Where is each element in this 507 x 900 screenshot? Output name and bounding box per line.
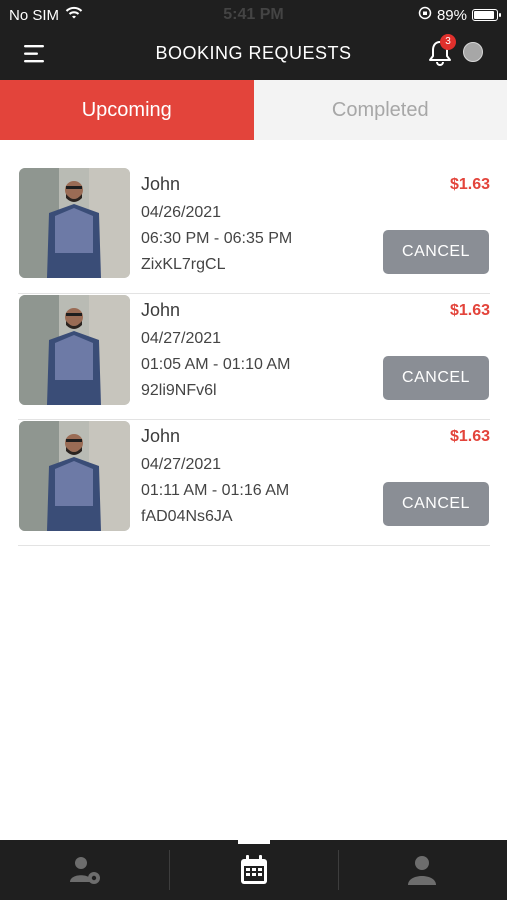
client-name: John xyxy=(141,174,181,194)
booking-date: 04/26/2021 xyxy=(141,204,222,221)
status-bar: No SIM 5:41 PM 89% xyxy=(0,0,507,30)
nav-bar: BOOKING REQUESTS xyxy=(0,30,507,78)
client-name: John xyxy=(141,426,181,446)
booking-price: $1.63 xyxy=(449,302,490,319)
client-name: John xyxy=(141,300,181,320)
booking-time: 06:30 PM - 06:35 PM xyxy=(141,230,293,247)
booking-row: John 04/27/2021 01:11 AM - 01:16 AM fAD0… xyxy=(18,420,490,546)
cancel-button[interactable]: CANCEL xyxy=(383,230,489,274)
orientation-lock-icon xyxy=(418,6,432,24)
booking-list: John 04/26/2021 06:30 PM - 06:35 PM ZixK… xyxy=(18,168,490,546)
status-right: 89% xyxy=(418,6,501,24)
active-tab-indicator xyxy=(238,840,270,844)
booking-price: $1.63 xyxy=(449,428,490,445)
client-photo xyxy=(19,168,130,278)
booking-code: ZixKL7rgCL xyxy=(141,256,226,273)
booking-code: fAD04Ns6JA xyxy=(141,508,233,525)
bottom-nav xyxy=(0,840,507,900)
divider xyxy=(338,850,339,890)
booking-code: 92li9NFv6l xyxy=(141,382,217,399)
tab-bar: Upcoming Completed xyxy=(0,80,507,140)
profile-icon[interactable] xyxy=(402,854,442,886)
booking-date: 04/27/2021 xyxy=(141,456,222,473)
booking-date: 04/27/2021 xyxy=(141,330,222,347)
calendar-icon[interactable] xyxy=(234,854,274,886)
booking-price: $1.63 xyxy=(449,176,490,193)
app-header: No SIM 5:41 PM 89% BOOKING REQUESTS 3 xyxy=(0,0,507,80)
notification-badge: 3 xyxy=(440,34,456,50)
user-settings-icon[interactable] xyxy=(66,854,106,886)
battery-percent: 89% xyxy=(436,6,467,24)
tab-upcoming[interactable]: Upcoming xyxy=(0,80,254,140)
tab-completed[interactable]: Completed xyxy=(253,80,507,140)
booking-time: 01:11 AM - 01:16 AM xyxy=(141,482,290,499)
booking-row: John 04/27/2021 01:05 AM - 01:10 AM 92li… xyxy=(18,294,490,420)
cancel-button[interactable]: CANCEL xyxy=(383,482,489,526)
booking-row: John 04/26/2021 06:30 PM - 06:35 PM ZixK… xyxy=(18,168,490,294)
battery-icon xyxy=(472,9,501,21)
booking-time: 01:05 AM - 01:10 AM xyxy=(141,356,291,373)
cancel-button[interactable]: CANCEL xyxy=(383,356,489,400)
client-photo xyxy=(19,421,130,531)
client-photo xyxy=(19,295,130,405)
divider xyxy=(169,850,170,890)
avatar[interactable] xyxy=(463,42,483,62)
